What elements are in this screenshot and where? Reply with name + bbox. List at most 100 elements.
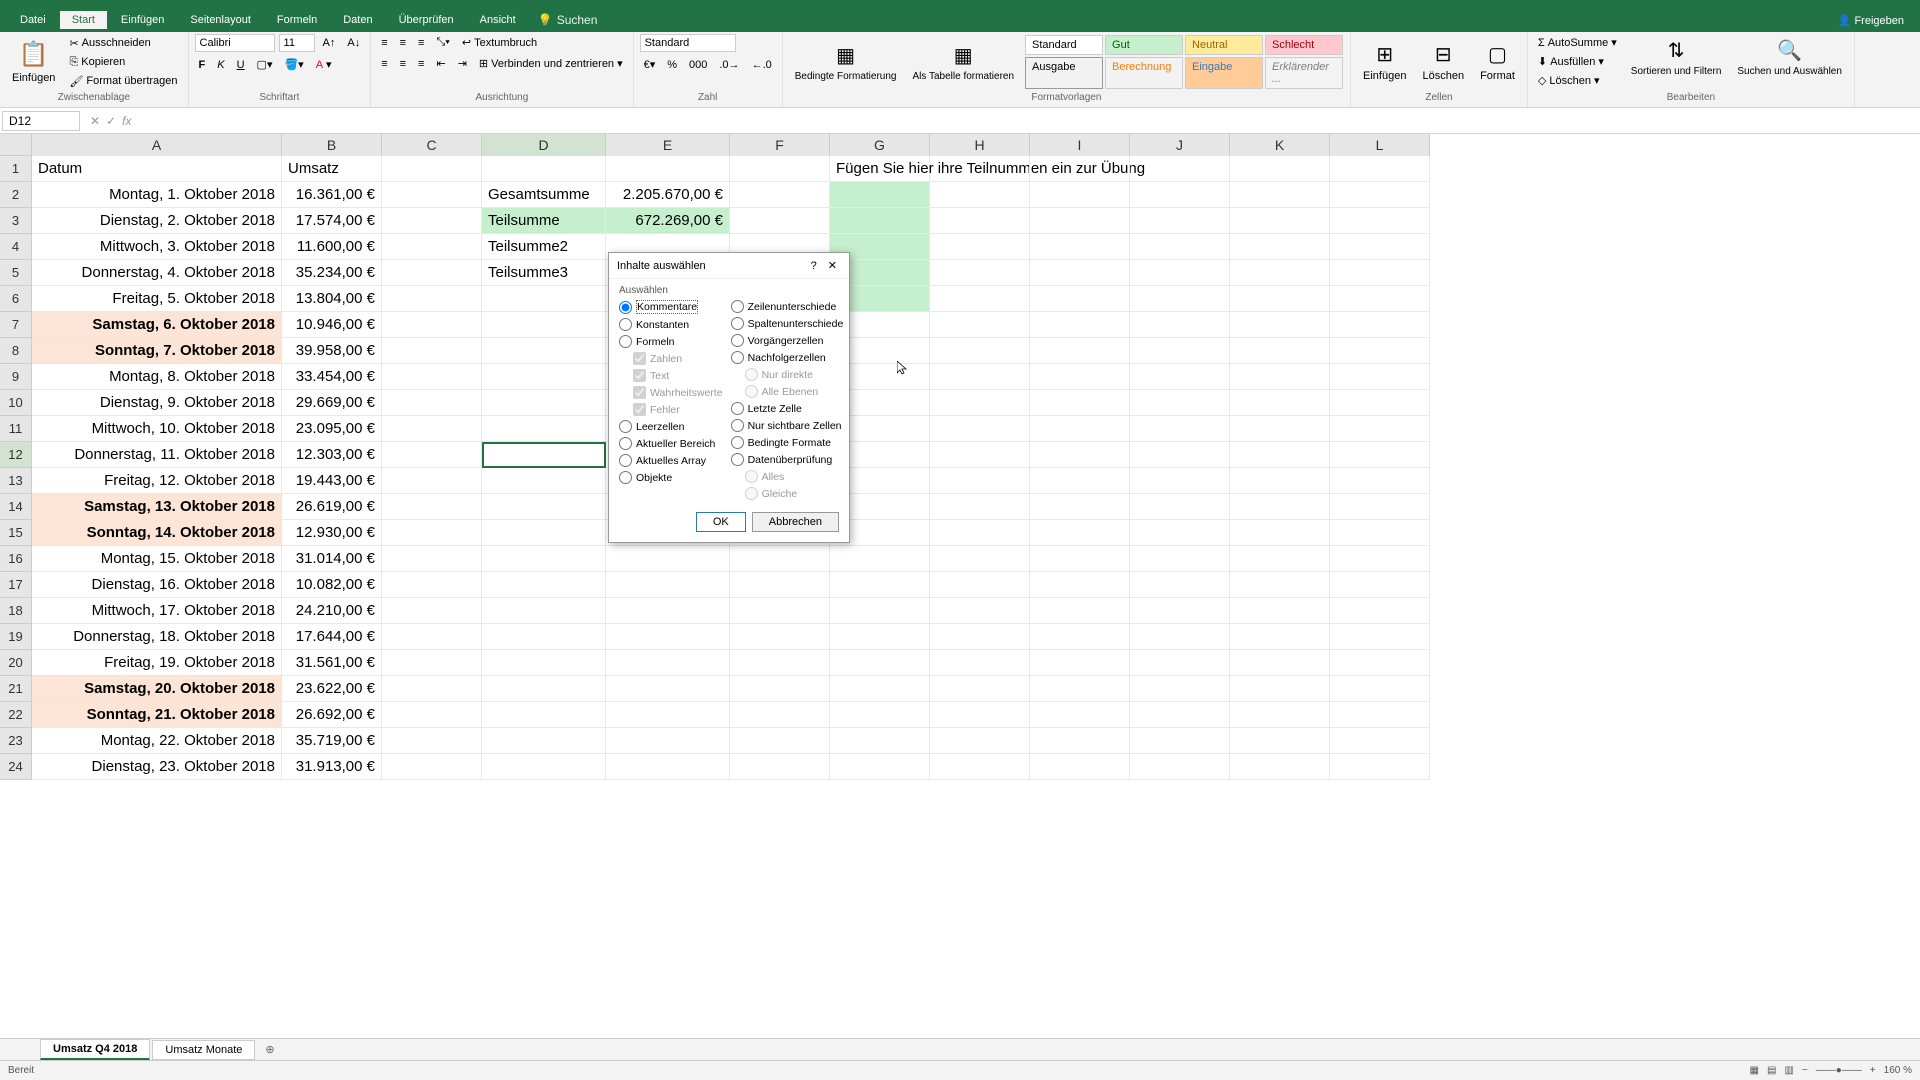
cell-K16[interactable] [1230,546,1330,572]
cell-H2[interactable] [930,182,1030,208]
tab-ueberpruefen[interactable]: Überprüfen [387,11,466,29]
cell-E2[interactable]: 2.205.670,00 € [606,182,730,208]
border-button[interactable]: ▢▾ [253,56,277,73]
bold-button[interactable]: F [195,57,210,73]
style-eingabe[interactable]: Eingabe [1185,57,1263,89]
zoom-level[interactable]: 160 % [1884,1065,1912,1076]
cell-H14[interactable] [930,494,1030,520]
cell-I7[interactable] [1030,312,1130,338]
cell-K9[interactable] [1230,364,1330,390]
increase-indent-button[interactable]: ⇥ [454,55,471,72]
cell-L2[interactable] [1330,182,1430,208]
cell-G3[interactable] [830,208,930,234]
cell-H1[interactable] [930,156,1030,182]
col-header-F[interactable]: F [730,134,830,156]
sheet-tab-q4[interactable]: Umsatz Q4 2018 [40,1039,150,1060]
cell-J3[interactable] [1130,208,1230,234]
style-schlecht[interactable]: Schlecht [1265,35,1343,55]
cell-B19[interactable]: 17.644,00 € [282,624,382,650]
cell-G22[interactable] [830,702,930,728]
increase-decimal-button[interactable]: .0→ [715,57,743,73]
cell-L16[interactable] [1330,546,1430,572]
row-header[interactable]: 3 [0,208,32,234]
cell-G1[interactable]: Fügen Sie hier ihre Teilnummen ein zur Ü… [830,156,930,182]
delete-cells-button[interactable]: ⊟Löschen [1416,38,1470,86]
clear-button[interactable]: ◇ Löschen ▾ [1534,72,1621,89]
dialog-cancel-button[interactable]: Abbrechen [752,512,839,532]
row-header[interactable]: 5 [0,260,32,286]
font-size-select[interactable] [279,34,315,52]
cell-I4[interactable] [1030,234,1130,260]
wrap-text-button[interactable]: ↩ Textumbruch [458,34,541,51]
cell-J20[interactable] [1130,650,1230,676]
tab-datei[interactable]: Datei [8,11,58,29]
cell-D23[interactable] [482,728,606,754]
cell-D1[interactable] [482,156,606,182]
cell-D24[interactable] [482,754,606,780]
align-right-button[interactable]: ≡ [414,56,428,72]
cell-D2[interactable]: Gesamtsumme [482,182,606,208]
cell-D7[interactable] [482,312,606,338]
radio-formeln[interactable] [619,335,632,348]
cell-I13[interactable] [1030,468,1130,494]
cell-D20[interactable] [482,650,606,676]
cell-C1[interactable] [382,156,482,182]
cell-I24[interactable] [1030,754,1130,780]
cell-C7[interactable] [382,312,482,338]
cell-C3[interactable] [382,208,482,234]
cell-H8[interactable] [930,338,1030,364]
underline-button[interactable]: U [233,57,249,73]
cell-A6[interactable]: Freitag, 5. Oktober 2018 [32,286,282,312]
cell-K24[interactable] [1230,754,1330,780]
cell-C24[interactable] [382,754,482,780]
cell-H13[interactable] [930,468,1030,494]
radio-aktarray[interactable] [619,454,632,467]
cell-E22[interactable] [606,702,730,728]
cell-C20[interactable] [382,650,482,676]
cell-C17[interactable] [382,572,482,598]
cell-J8[interactable] [1130,338,1230,364]
decrease-decimal-button[interactable]: ←.0 [748,57,776,73]
cell-L13[interactable] [1330,468,1430,494]
cell-K7[interactable] [1230,312,1330,338]
cut-button[interactable]: ✂Ausschneiden [65,35,181,52]
col-header-G[interactable]: G [830,134,930,156]
cell-C11[interactable] [382,416,482,442]
style-erklaerend[interactable]: Erklärender ... [1265,57,1343,89]
cell-B17[interactable]: 10.082,00 € [282,572,382,598]
cell-A24[interactable]: Dienstag, 23. Oktober 2018 [32,754,282,780]
cell-B7[interactable]: 10.946,00 € [282,312,382,338]
cell-L7[interactable] [1330,312,1430,338]
cell-A20[interactable]: Freitag, 19. Oktober 2018 [32,650,282,676]
cell-F3[interactable] [730,208,830,234]
cell-I5[interactable] [1030,260,1130,286]
row-header[interactable]: 8 [0,338,32,364]
cell-C6[interactable] [382,286,482,312]
decrease-indent-button[interactable]: ⇤ [432,55,449,72]
cell-J22[interactable] [1130,702,1230,728]
cell-L15[interactable] [1330,520,1430,546]
orientation-button[interactable]: ⤡▾ [432,34,453,51]
align-middle-button[interactable]: ≡ [396,35,410,51]
cell-B9[interactable]: 33.454,00 € [282,364,382,390]
cell-J19[interactable] [1130,624,1230,650]
style-ausgabe[interactable]: Ausgabe [1025,57,1103,89]
cell-K22[interactable] [1230,702,1330,728]
radio-aktbereich[interactable] [619,437,632,450]
cell-F24[interactable] [730,754,830,780]
cell-B22[interactable]: 26.692,00 € [282,702,382,728]
cell-B24[interactable]: 31.913,00 € [282,754,382,780]
cell-J23[interactable] [1130,728,1230,754]
tab-formeln[interactable]: Formeln [265,11,329,29]
cell-J2[interactable] [1130,182,1230,208]
cell-E18[interactable] [606,598,730,624]
cell-L23[interactable] [1330,728,1430,754]
cell-B21[interactable]: 23.622,00 € [282,676,382,702]
cell-J15[interactable] [1130,520,1230,546]
format-cells-button[interactable]: ▢Format [1474,38,1521,86]
cell-J4[interactable] [1130,234,1230,260]
cell-J6[interactable] [1130,286,1230,312]
cell-A21[interactable]: Samstag, 20. Oktober 2018 [32,676,282,702]
cell-L21[interactable] [1330,676,1430,702]
cell-J18[interactable] [1130,598,1230,624]
